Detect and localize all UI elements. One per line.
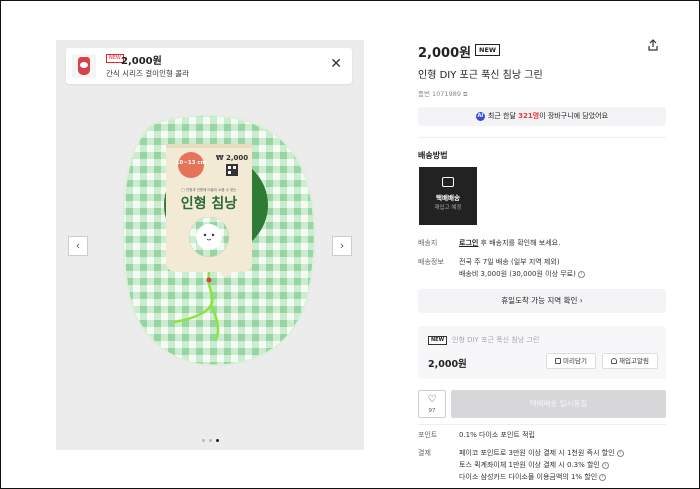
delivery-option-parcel[interactable]: 택배배송 재입고 예정 [419, 167, 477, 225]
banner-thumbnail [72, 54, 96, 78]
selected-option-box: NEW 인형 DIY 포근 푹신 침낭 그린 2,000원 미리담기 재입고알림 [418, 326, 666, 379]
ai-icon: AI [475, 111, 485, 121]
product-name: 인형 DIY 포근 푹신 침낭 그린 [418, 70, 543, 81]
gallery-dot-active[interactable] [215, 439, 219, 442]
holiday-delivery-check-button[interactable]: 휴일도착 가능 지역 확인 › [418, 289, 666, 313]
cart-bar-prefix: 최근 한달 [487, 112, 519, 120]
points-label: 포인트 [418, 431, 438, 439]
truck-icon [442, 177, 454, 187]
info-icon[interactable]: i [601, 461, 609, 469]
payment-benefit: 다이소 삼성카드 다이소몰 이용금액의 1% 할인 i [459, 472, 607, 482]
product-price: 2,000원 [418, 46, 472, 61]
heart-icon: ♡ [427, 394, 437, 405]
product-image: 10~13 cm ₩ 2,000 □ 인형과 인형에 어울리 소품 수 맞는 인… [121, 114, 316, 367]
delivery-method-label: 배송방법 [418, 151, 448, 160]
banner-product-name: 간식 시리즈 걸이인형 콜라 [106, 69, 190, 78]
option-new-tag: NEW [428, 336, 448, 345]
delivery-card-subtitle: 재입고 예정 [434, 205, 462, 211]
age-badge-text: 10~13 cm [176, 160, 207, 166]
preorder-cart-button[interactable]: 미리담기 [546, 353, 596, 369]
soldout-button[interactable]: 택배배송 일시품절 [451, 390, 666, 418]
cart-icon [555, 358, 562, 364]
product-number-text: 품번 1071989 [418, 90, 461, 98]
bell-icon [611, 358, 618, 364]
next-image-button[interactable]: › [332, 236, 352, 256]
product-image-gallery[interactable]: 10~13 cm ₩ 2,000 □ 인형과 인형에 어울리 소품 수 맞는 인… [56, 40, 364, 450]
cart-bar-count: 321명 [518, 112, 540, 120]
login-link[interactable]: 로그인 [459, 239, 478, 247]
payment-label: 결제 [418, 449, 431, 457]
gallery-pagination [56, 439, 364, 442]
delivery-card-title: 택배배송 [436, 194, 460, 202]
cart-popularity-bar: AI 최근 한달 321명이 장바구니에 담았어요 [418, 107, 666, 126]
shipping-address-text: 후 배송지를 확인해 보세요. [478, 239, 561, 247]
divider [418, 137, 666, 138]
prev-image-button[interactable]: ‹ [68, 236, 88, 256]
restock-button-label: 재입고알림 [619, 357, 649, 365]
like-count: 97 [428, 408, 436, 414]
info-icon[interactable]: i [577, 270, 585, 278]
option-name: 인형 DIY 포근 푹신 침낭 그린 [452, 336, 540, 344]
divider [418, 424, 666, 425]
like-button[interactable]: ♡ 97 [418, 390, 446, 418]
option-price: 2,000원 [428, 359, 467, 370]
label-price-tag: ₩ 2,000 [216, 154, 248, 162]
restock-alert-button[interactable]: 재입고알림 [602, 353, 658, 369]
share-icon[interactable] [646, 38, 660, 52]
shipping-fee-text: 배송비 3,000원 (30,000원 이상 무료) [459, 270, 576, 278]
info-icon[interactable]: i [616, 449, 624, 457]
new-badge: NEW [475, 44, 501, 56]
label-subtitle: □ 인형과 인형에 어울리 소품 수 맞는 [181, 187, 237, 192]
banner-price: 2,000원 [121, 56, 162, 67]
info-icon[interactable]: i [599, 473, 607, 481]
related-product-banner[interactable]: NEW 2,000원 간식 시리즈 걸이인형 콜라 ✕ [66, 48, 352, 84]
gallery-dot[interactable] [208, 439, 212, 442]
points-value: 0.1% 다이소 포인트 적립 [459, 431, 535, 439]
gallery-dot[interactable] [201, 439, 205, 442]
payment-benefit: 토스 퀵계좌이체 1만원 이상 결제 시 0.3% 할인 i [459, 460, 609, 470]
payment-benefit-text: 토스 퀵계좌이체 1만원 이상 결제 시 0.3% 할인 [459, 461, 600, 469]
shipping-fee-line: 배송비 3,000원 (30,000원 이상 무료) i [459, 269, 585, 279]
payment-benefit-text: 페이코 포인트로 3만원 이상 결제 시 1천원 즉시 할인 [459, 449, 615, 457]
shipping-address-label: 배송지 [418, 239, 438, 247]
close-icon[interactable]: ✕ [330, 57, 342, 71]
shipping-address-value: 로그인 후 배송지를 확인해 보세요. [459, 238, 560, 248]
shipping-info-line1: 전국 주 7일 배송 (일부 지역 제외) [459, 258, 560, 266]
preorder-button-label: 미리담기 [563, 357, 587, 365]
label-title: 인형 침낭 [181, 195, 238, 212]
shipping-info-label: 배송정보 [418, 258, 444, 266]
copy-icon[interactable]: ⧉ [463, 91, 467, 98]
product-number[interactable]: 품번 1071989 ⧉ [418, 88, 467, 99]
cart-bar-suffix: 이 장바구니에 담았어요 [539, 112, 609, 120]
payment-benefit: 페이코 포인트로 3만원 이상 결제 시 1천원 즉시 할인 i [459, 448, 624, 458]
payment-benefit-text: 다이소 삼성카드 다이소몰 이용금액의 1% 할인 [459, 473, 598, 481]
